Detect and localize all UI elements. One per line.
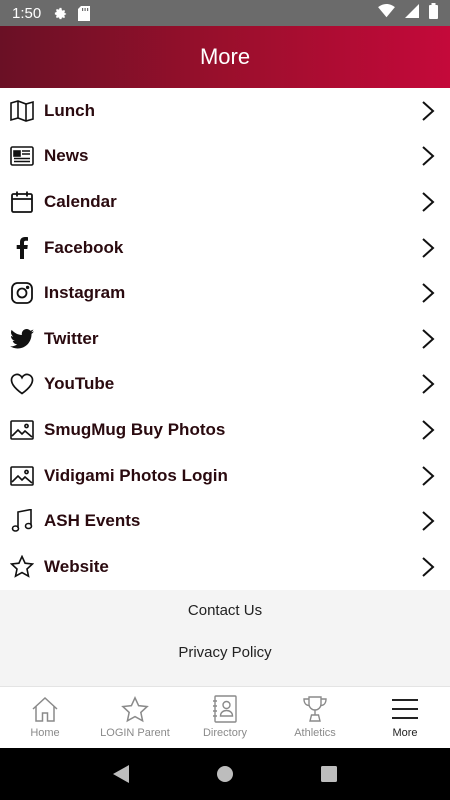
star-icon	[10, 555, 34, 579]
menu-item-label: Website	[44, 556, 109, 576]
privacy-policy-link[interactable]: Privacy Policy	[0, 632, 450, 674]
home-icon	[30, 694, 60, 724]
menu-item-label: YouTube	[44, 374, 115, 394]
star-outline-icon	[120, 694, 150, 724]
nav-tab-label: Athletics	[294, 727, 336, 739]
directory-icon	[210, 694, 240, 724]
menu-item-calendar[interactable]: Calendar	[0, 179, 450, 225]
image-icon	[10, 418, 34, 442]
app-header: More	[0, 26, 450, 88]
settings-icon	[53, 6, 68, 21]
system-nav-bar	[0, 748, 450, 800]
bottom-nav: Home LOGIN Parent Directory Athletics Mo…	[0, 686, 450, 748]
menu-item-smugmug[interactable]: SmugMug Buy Photos	[0, 407, 450, 453]
sd-card-icon	[78, 5, 91, 21]
back-icon[interactable]	[113, 765, 130, 783]
wifi-icon	[378, 4, 395, 22]
battery-icon	[429, 3, 438, 23]
nav-tab-label: More	[392, 727, 418, 739]
nav-tab-home[interactable]: Home	[0, 687, 90, 748]
music-note-icon	[10, 509, 34, 533]
newspaper-icon	[10, 144, 34, 168]
menu-item-twitter[interactable]: Twitter	[0, 315, 450, 362]
menu-item-label: ASH Events	[44, 511, 141, 531]
status-right-icons	[378, 3, 438, 23]
chevron-right-icon	[420, 237, 436, 259]
page-title: More	[199, 44, 251, 69]
menu-item-label: Vidigami Photos Login	[44, 465, 228, 485]
nav-tab-directory[interactable]: Directory	[180, 687, 270, 748]
chevron-right-icon	[420, 556, 436, 578]
twitter-icon	[10, 327, 34, 351]
chevron-right-icon	[420, 510, 436, 532]
menu-item-label: Twitter	[44, 328, 99, 348]
signal-icon	[405, 4, 419, 22]
chevron-right-icon	[420, 191, 436, 213]
chevron-right-icon	[420, 419, 436, 441]
nav-tab-athletics[interactable]: Athletics	[270, 687, 360, 748]
status-time: 1:50	[12, 4, 42, 22]
menu-item-instagram[interactable]: Instagram	[0, 270, 450, 316]
menu-item-facebook[interactable]: Facebook	[0, 224, 450, 271]
nav-tab-label: Directory	[202, 727, 247, 739]
trophy-icon	[300, 694, 330, 724]
menu-item-youtube[interactable]: YouTube	[0, 361, 450, 408]
chevron-right-icon	[420, 373, 436, 395]
chevron-right-icon	[420, 145, 436, 167]
calendar-icon	[10, 190, 34, 214]
nav-tab-login-parent[interactable]: LOGIN Parent	[90, 687, 180, 748]
menu-item-website[interactable]: Website	[0, 543, 450, 590]
status-bar: 1:50	[0, 0, 450, 26]
chevron-right-icon	[420, 100, 436, 122]
menu-item-lunch[interactable]: Lunch	[0, 88, 450, 134]
footer-links: Contact Us Privacy Policy	[0, 590, 450, 686]
home-circle-icon[interactable]	[216, 765, 234, 783]
menu-item-label: SmugMug Buy Photos	[44, 419, 226, 439]
contact-us-link[interactable]: Contact Us	[0, 590, 450, 632]
menu-icon	[390, 694, 420, 724]
chevron-right-icon	[420, 465, 436, 487]
more-menu-list: Lunch News Calendar Facebook Instagram T…	[0, 88, 450, 590]
menu-item-label: Facebook	[44, 237, 124, 257]
instagram-icon	[10, 281, 34, 305]
menu-item-ash-events[interactable]: ASH Events	[0, 498, 450, 544]
menu-item-label: News	[44, 146, 89, 166]
menu-item-news[interactable]: News	[0, 133, 450, 180]
menu-item-vidigami[interactable]: Vidigami Photos Login	[0, 452, 450, 499]
facebook-icon	[10, 236, 34, 260]
menu-item-label: Calendar	[44, 191, 117, 211]
heart-icon	[10, 372, 34, 396]
nav-tab-label: LOGIN Parent	[100, 727, 170, 739]
menu-item-label: Lunch	[44, 100, 95, 120]
nav-tab-label: Home	[30, 727, 60, 739]
nav-tab-more[interactable]: More	[360, 687, 450, 748]
menu-item-label: Instagram	[44, 283, 126, 303]
chevron-right-icon	[420, 282, 436, 304]
map-icon	[10, 99, 34, 123]
image-icon	[10, 464, 34, 488]
chevron-right-icon	[420, 328, 436, 350]
recents-icon[interactable]	[320, 766, 337, 782]
